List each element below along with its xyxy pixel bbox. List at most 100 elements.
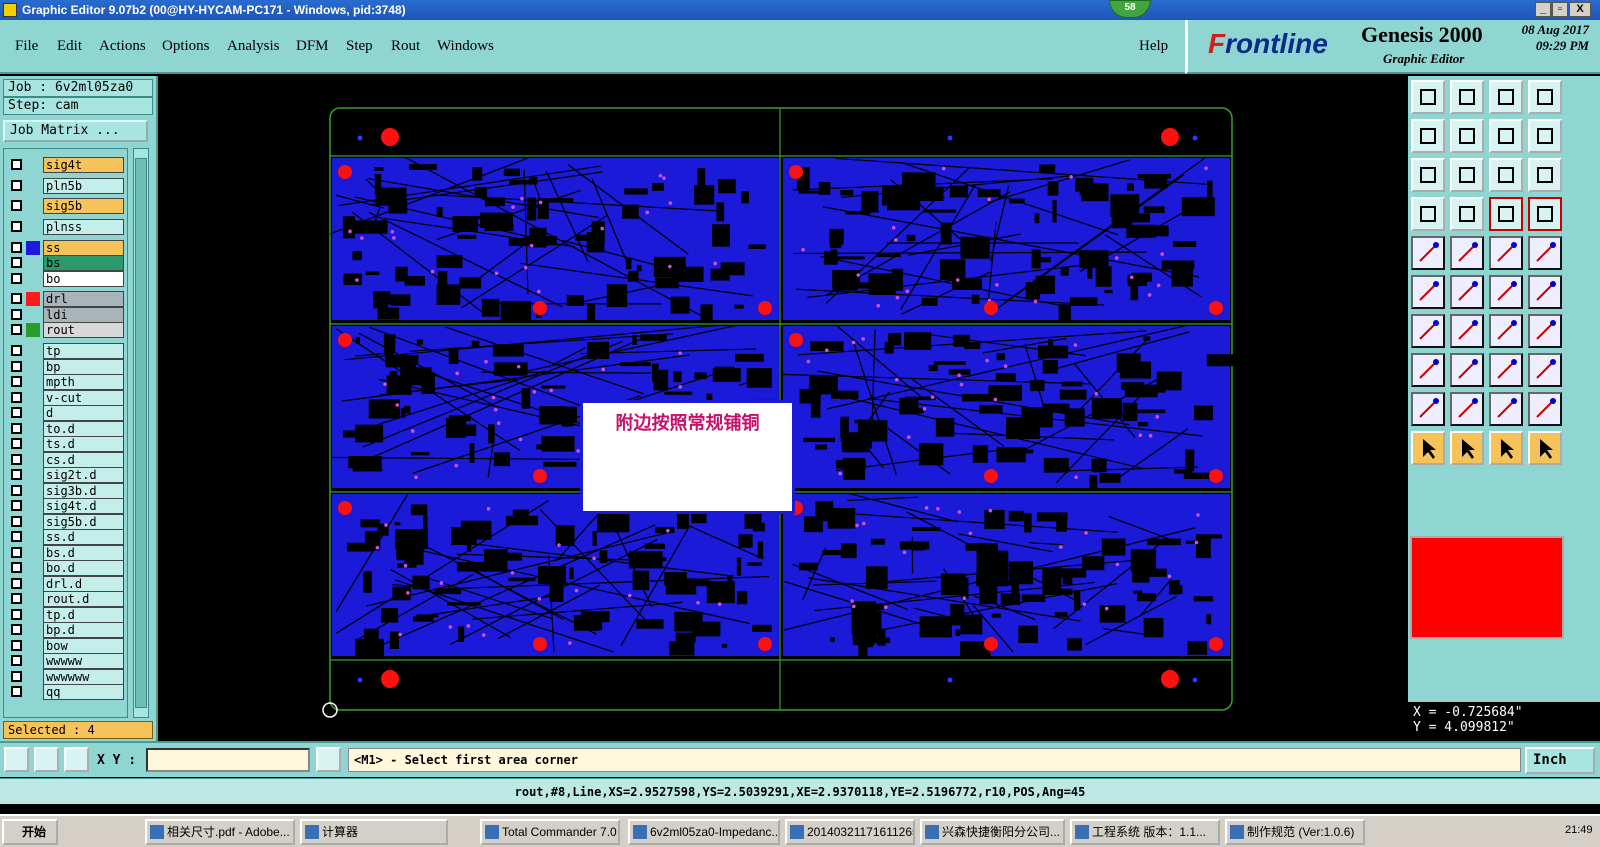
layer-row-sig3b.d[interactable]: sig3b.d xyxy=(7,483,124,499)
menu-step[interactable]: Step xyxy=(346,38,373,55)
layer-name[interactable]: sig2t.d xyxy=(43,467,124,483)
layer-checkbox[interactable] xyxy=(11,392,22,403)
layer-row-sig5b[interactable]: sig5b xyxy=(7,198,124,214)
layer-checkbox[interactable] xyxy=(11,293,22,304)
start-button[interactable]: 开始 xyxy=(2,819,58,845)
layer-row-wwwwww[interactable]: wwwwww xyxy=(7,669,124,685)
layer-row-bo.d[interactable]: bo.d xyxy=(7,560,124,576)
layer-name[interactable]: ss xyxy=(43,240,124,256)
layer-row-bs[interactable]: bs xyxy=(7,255,124,271)
taskbar-item[interactable]: 制作规范 (Ver:1.0.6) xyxy=(1225,819,1365,845)
line-icon[interactable] xyxy=(1450,236,1484,270)
fit-icon[interactable] xyxy=(1411,158,1445,192)
node-icon[interactable] xyxy=(1489,275,1523,309)
pointer-circle-icon[interactable] xyxy=(1489,431,1523,465)
layer-name[interactable]: wwwww xyxy=(43,653,124,669)
layer-row-sig5b.d[interactable]: sig5b.d xyxy=(7,514,124,530)
home-icon[interactable] xyxy=(1489,80,1523,114)
arc-a-icon[interactable] xyxy=(1411,392,1445,426)
help-icon[interactable] xyxy=(1528,158,1562,192)
move-left-icon[interactable] xyxy=(1411,119,1445,153)
menu-edit[interactable]: Edit xyxy=(57,38,82,55)
layer-name[interactable]: bo.d xyxy=(43,560,124,576)
layer-checkbox[interactable] xyxy=(11,500,22,511)
pointer-icon[interactable] xyxy=(1411,431,1445,465)
menu-dfm[interactable]: DFM xyxy=(296,38,329,55)
layer-checkbox[interactable] xyxy=(11,655,22,666)
graphic-canvas[interactable]: 附边按照常规铺铜 xyxy=(160,76,1408,740)
break-icon[interactable] xyxy=(1528,275,1562,309)
slope-icon[interactable] xyxy=(1450,314,1484,348)
layer-name[interactable]: cs.d xyxy=(43,452,124,468)
swap-icon[interactable] xyxy=(1489,119,1523,153)
layer-name[interactable]: drl.d xyxy=(43,576,124,592)
layer-row-v-cut[interactable]: v-cut xyxy=(7,390,124,406)
layer-row-wwwww[interactable]: wwwww xyxy=(7,653,124,669)
layer-row-rout[interactable]: rout xyxy=(7,322,124,338)
connect-icon[interactable] xyxy=(1411,275,1445,309)
layer-scrollbar-thumb[interactable] xyxy=(135,158,147,708)
split-icon[interactable] xyxy=(1450,353,1484,387)
layer-checkbox[interactable] xyxy=(11,309,22,320)
stretch-icon[interactable] xyxy=(1489,353,1523,387)
rotate-icon[interactable] xyxy=(1489,314,1523,348)
ruler-icon[interactable] xyxy=(1489,236,1523,270)
layer-checkbox[interactable] xyxy=(11,469,22,480)
alert-icon[interactable] xyxy=(316,747,341,772)
layer-checkbox[interactable] xyxy=(11,578,22,589)
layer-checkbox[interactable] xyxy=(11,485,22,496)
layer-name[interactable]: to.d xyxy=(43,421,124,437)
layer-checkbox[interactable] xyxy=(11,273,22,284)
layer-name[interactable]: mpth xyxy=(43,374,124,390)
taskbar-item[interactable]: 20140321171611265.... xyxy=(785,819,915,845)
layer-checkbox[interactable] xyxy=(11,562,22,573)
layer-checkbox[interactable] xyxy=(11,221,22,232)
move-up-icon[interactable] xyxy=(1411,80,1445,114)
layer-name[interactable]: bow xyxy=(43,638,124,654)
copy-icon[interactable] xyxy=(1411,353,1445,387)
taskbar-item[interactable]: 工程系统 版本：1.1... xyxy=(1070,819,1220,845)
layer-row-cs.d[interactable]: cs.d xyxy=(7,452,124,468)
hand-icon[interactable] xyxy=(1411,197,1445,231)
menu-analysis[interactable]: Analysis xyxy=(227,38,280,55)
layer-name[interactable]: qq xyxy=(43,684,124,700)
menu-actions[interactable]: Actions xyxy=(99,38,146,55)
layer-row-ss.d[interactable]: ss.d xyxy=(7,529,124,545)
move-right-icon[interactable] xyxy=(1450,119,1484,153)
restore-button[interactable]: ▫ xyxy=(1552,2,1568,17)
layer-row-sig4t.d[interactable]: sig4t.d xyxy=(7,498,124,514)
layer-row-drl.d[interactable]: drl.d xyxy=(7,576,124,592)
layer-row-mpth[interactable]: mpth xyxy=(7,374,124,390)
job-matrix-button[interactable]: Job Matrix ... xyxy=(3,120,148,142)
unit-selector[interactable]: Inch xyxy=(1525,747,1595,774)
snap-icon[interactable] xyxy=(1528,119,1562,153)
layer-name[interactable]: sig4t xyxy=(43,157,124,173)
layer-row-pln5b[interactable]: pln5b xyxy=(7,178,124,194)
layer-checkbox[interactable] xyxy=(11,438,22,449)
layer-checkbox[interactable] xyxy=(11,200,22,211)
layer-name[interactable]: sig5b.d xyxy=(43,514,124,530)
layer-checkbox[interactable] xyxy=(11,516,22,527)
layer-name[interactable]: rout.d xyxy=(43,591,124,607)
layers-a-icon[interactable] xyxy=(1489,197,1523,231)
menu-windows[interactable]: Windows xyxy=(437,38,494,55)
layer-row-d[interactable]: d xyxy=(7,405,124,421)
layer-row-ldi[interactable]: ldi xyxy=(7,307,124,323)
pointer-box-icon[interactable] xyxy=(1450,431,1484,465)
taskbar-item[interactable]: 计算器 xyxy=(300,819,448,845)
layer-name[interactable]: ss.d xyxy=(43,529,124,545)
select-pad-icon[interactable] xyxy=(1411,236,1445,270)
group-icon[interactable] xyxy=(1528,353,1562,387)
menu-options[interactable]: Options xyxy=(162,38,210,55)
layer-checkbox[interactable] xyxy=(11,361,22,372)
layer-checkbox[interactable] xyxy=(11,671,22,682)
layer-checkbox[interactable] xyxy=(11,159,22,170)
layer-checkbox[interactable] xyxy=(11,407,22,418)
layer-name[interactable]: wwwwww xyxy=(43,669,124,685)
layer-checkbox[interactable] xyxy=(11,686,22,697)
layer-checkbox[interactable] xyxy=(11,324,22,335)
arc-b-icon[interactable] xyxy=(1450,392,1484,426)
layer-row-qq[interactable]: qq xyxy=(7,684,124,700)
layout-icon[interactable] xyxy=(1528,80,1562,114)
layer-checkbox[interactable] xyxy=(11,180,22,191)
